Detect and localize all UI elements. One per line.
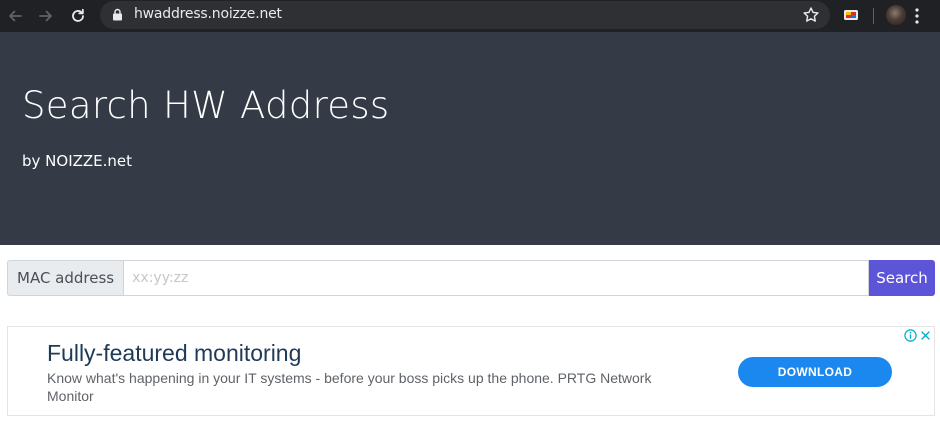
ad-banner[interactable]: Fully-featured monitoring Know what's ha… [7, 326, 935, 416]
cast-extension-icon[interactable] [843, 7, 859, 23]
back-button[interactable] [3, 4, 27, 28]
forward-arrow-icon [39, 10, 52, 22]
lock-icon [113, 8, 122, 21]
star-icon[interactable] [802, 6, 820, 24]
forward-button[interactable] [34, 4, 58, 28]
ad-body-text: Know what's happening in your IT systems… [47, 370, 652, 404]
mac-address-label: MAC address [7, 260, 124, 296]
adchoices-info-icon[interactable] [904, 329, 917, 342]
search-button[interactable]: Search [869, 260, 935, 296]
reload-icon [72, 8, 84, 22]
download-button[interactable]: DOWNLOAD [738, 357, 892, 387]
page-header: Search HW Address by NOIZZE.net [0, 32, 940, 245]
reload-button[interactable] [66, 4, 90, 28]
address-bar[interactable]: hwaddress.noizze.net [100, 1, 830, 29]
url-text: hwaddress.noizze.net [134, 6, 282, 22]
avatar[interactable] [886, 5, 906, 25]
browser-toolbar: hwaddress.noizze.net [0, 0, 940, 32]
close-icon[interactable] [920, 330, 931, 341]
ad-choices [904, 329, 931, 342]
page-subtitle: by NOIZZE.net [22, 152, 133, 170]
mac-address-input[interactable] [123, 260, 869, 296]
kebab-menu-icon[interactable] [915, 7, 919, 25]
toolbar-divider [873, 8, 874, 24]
ad-headline[interactable]: Fully-featured monitoring [47, 340, 301, 367]
mac-search-form: MAC address Search [7, 260, 935, 296]
page-title: Search HW Address [22, 84, 390, 127]
back-arrow-icon [9, 10, 22, 22]
